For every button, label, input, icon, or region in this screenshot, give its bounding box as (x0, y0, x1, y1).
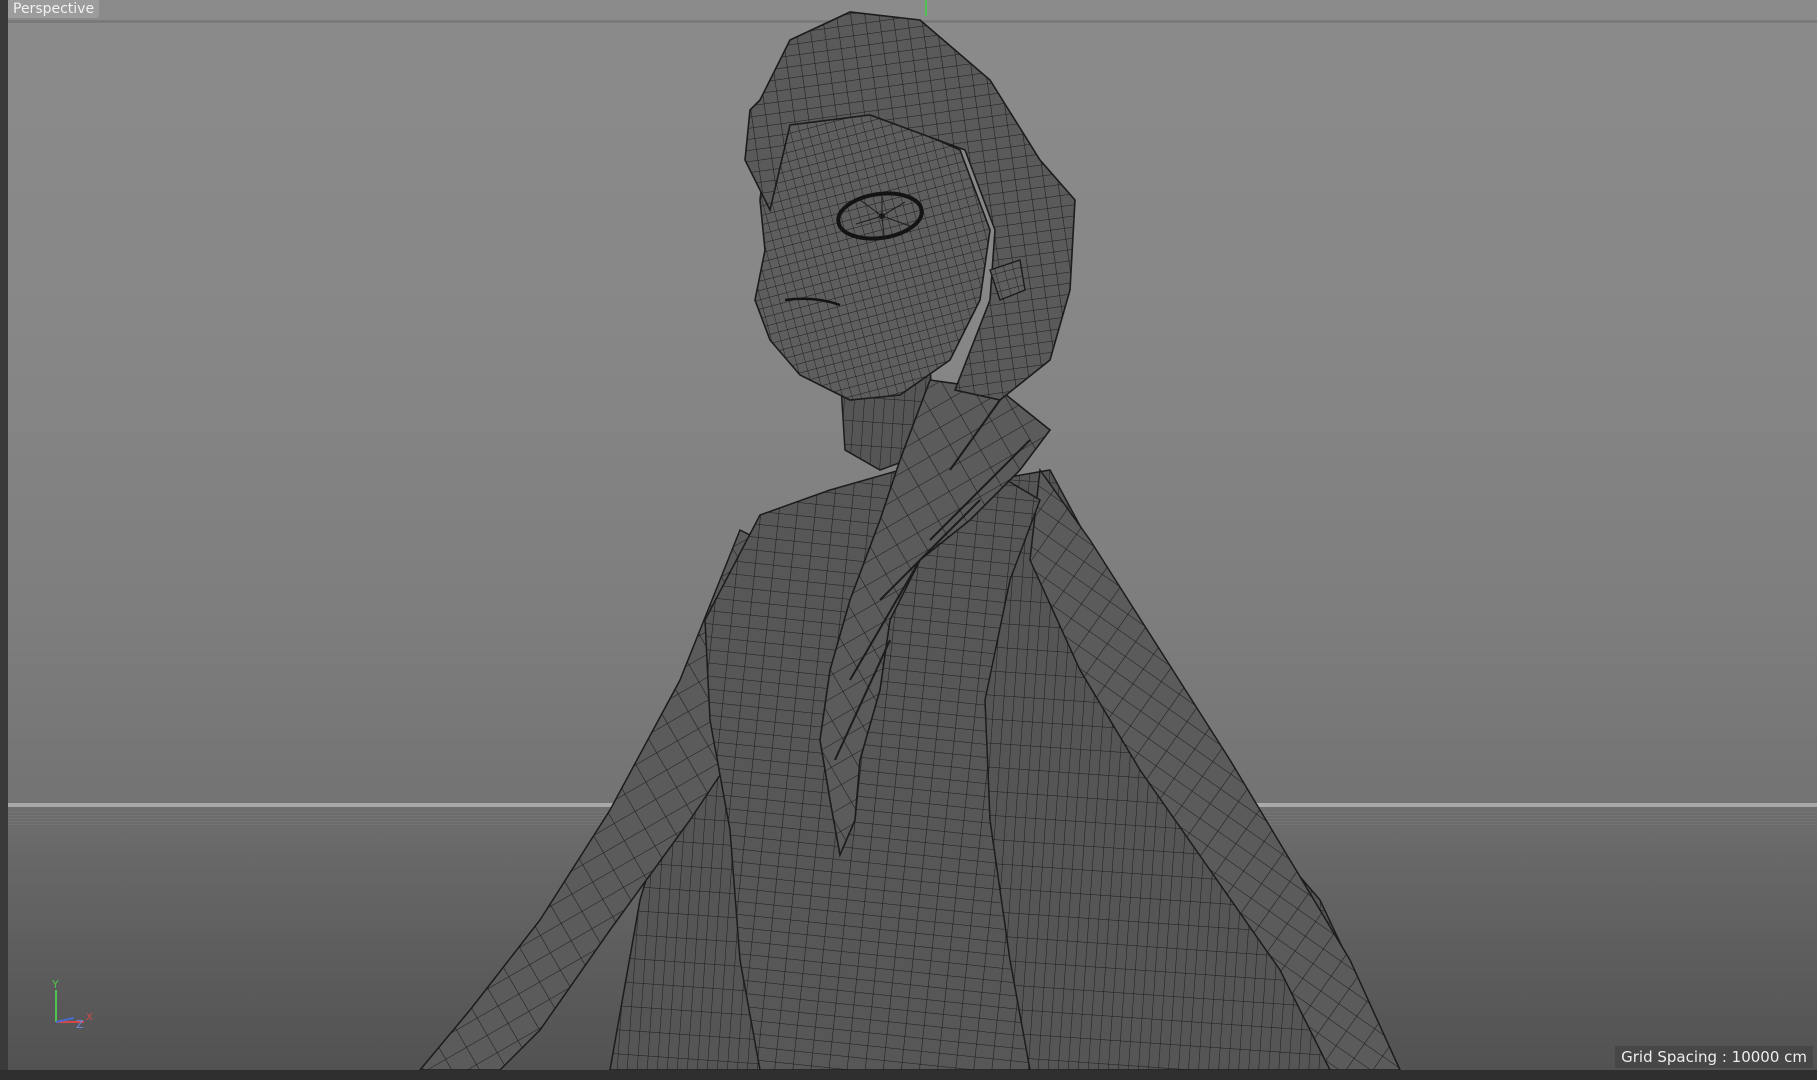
y-axis-label: Y (51, 978, 59, 991)
x-axis-label: X (86, 1012, 93, 1023)
viewport-bottom-border (0, 1070, 1817, 1080)
axis-gizmo: Y Z X (51, 978, 93, 1031)
face-mesh (754, 109, 991, 401)
grid-spacing-readout: Grid Spacing : 10000 cm (1615, 1046, 1813, 1068)
character-wireframe-mesh[interactable] (0, 0, 1817, 1080)
z-axis-label: Z (76, 1018, 84, 1031)
3d-viewport[interactable]: Perspective Y Z X Grid Spacing : 10000 c… (0, 0, 1817, 1080)
view-name-label[interactable]: Perspective (8, 0, 100, 18)
viewport-left-border (0, 0, 8, 1080)
